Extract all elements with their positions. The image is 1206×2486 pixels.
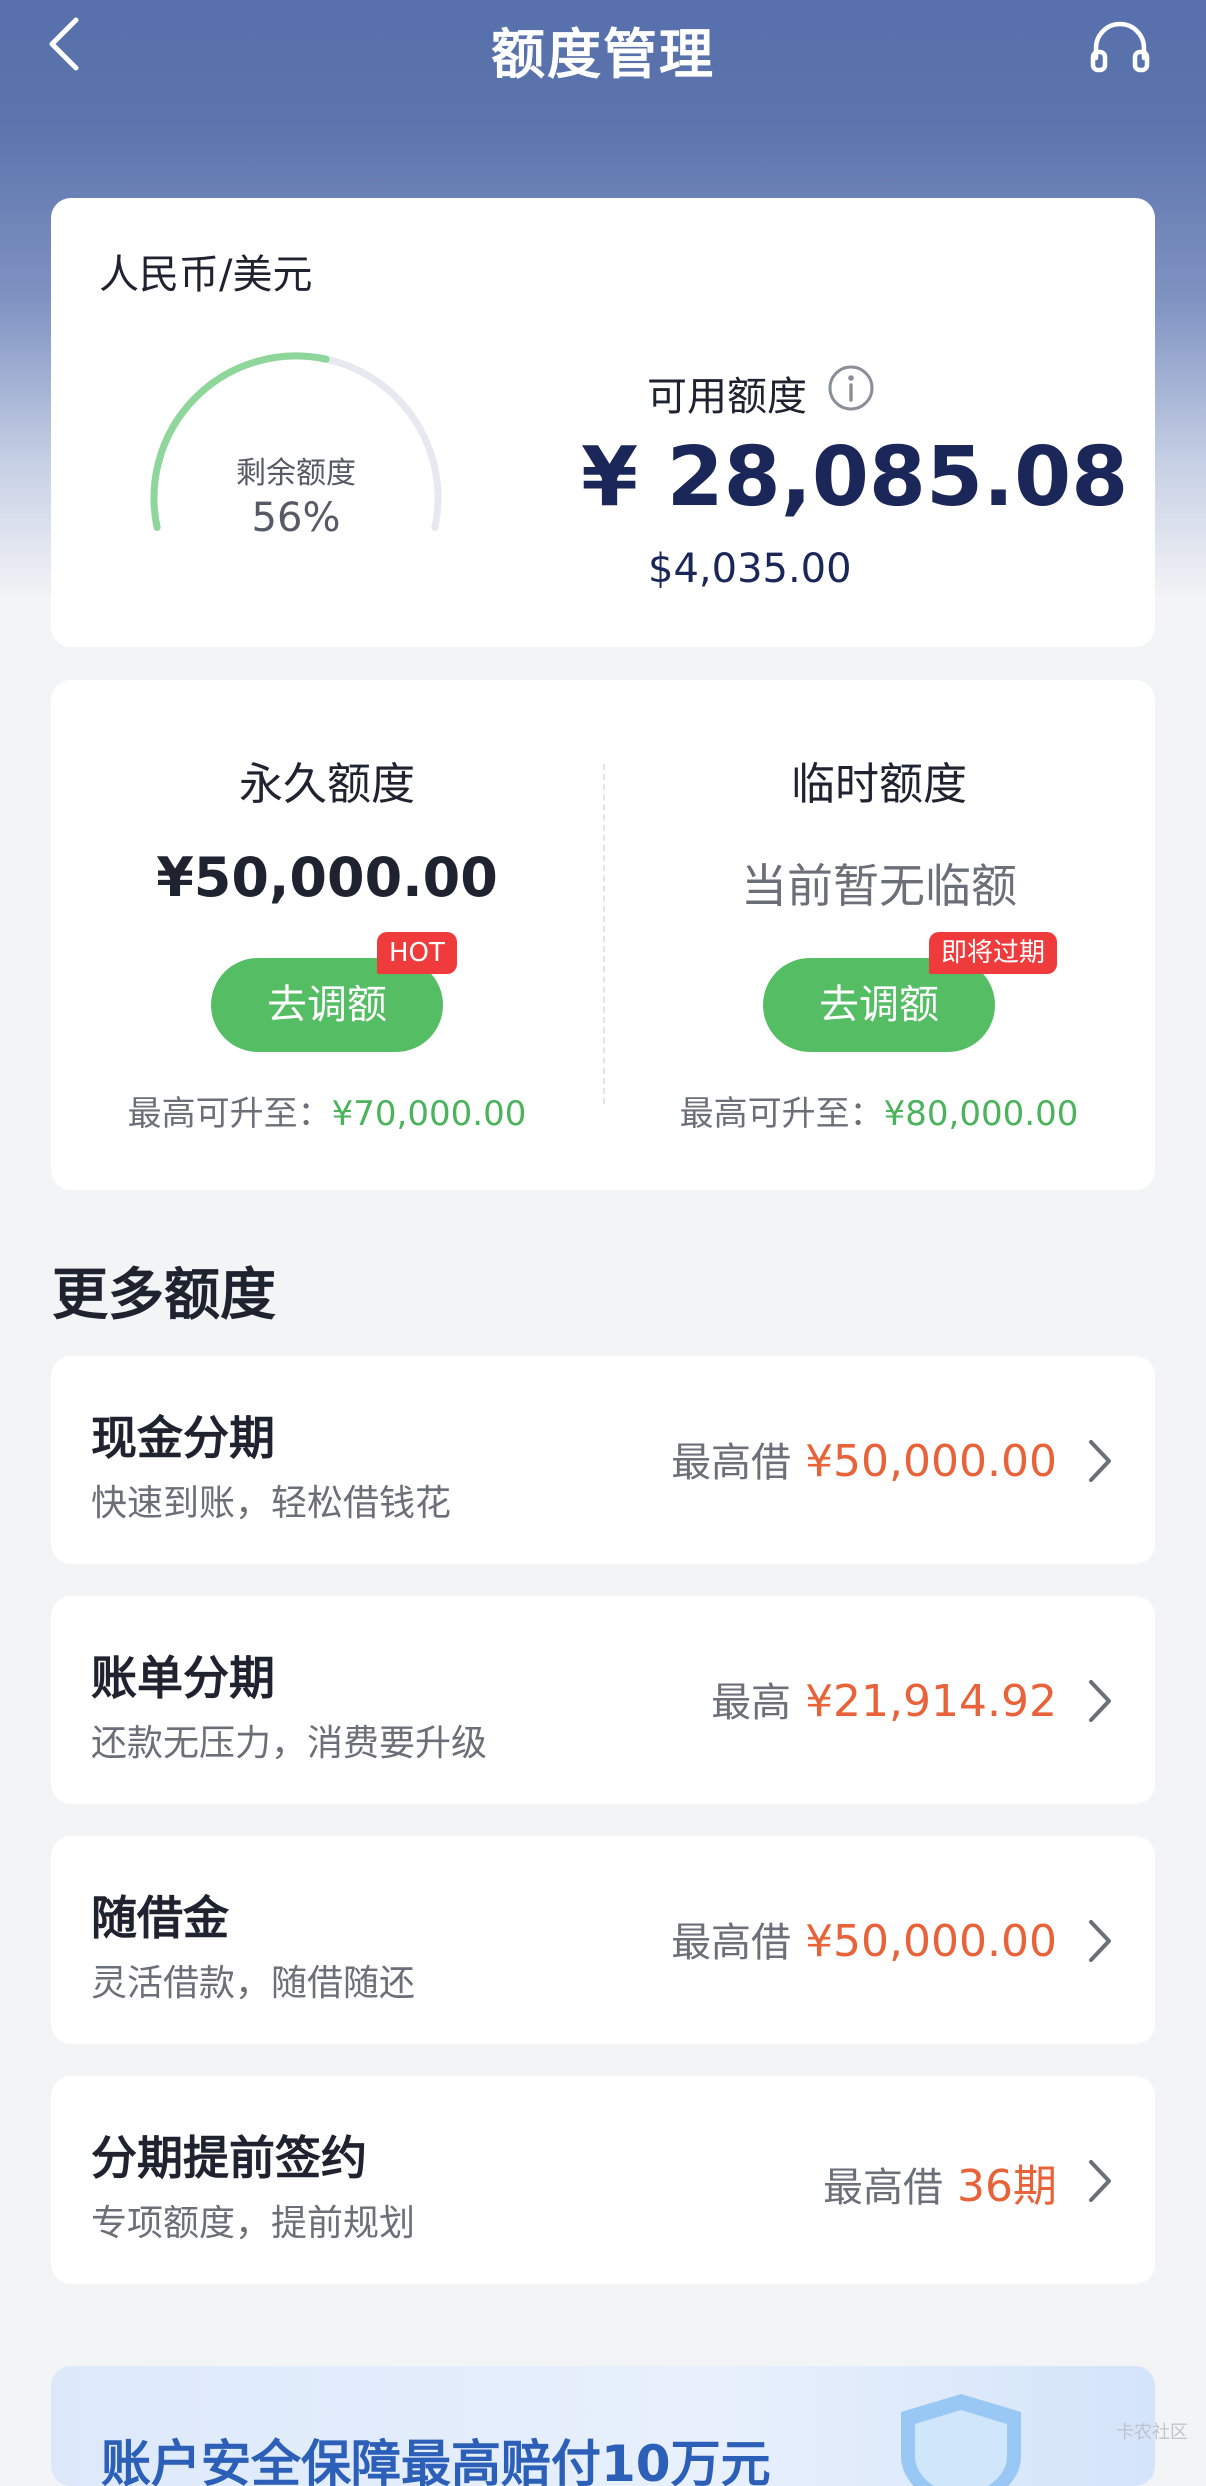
list-item-bill-installment[interactable]: 账单分期 还款无压力，消费要升级 最高 ¥21,914.92 — [51, 1596, 1155, 1804]
chevron-right-icon — [1089, 1680, 1111, 1722]
item-amount-prefix: 最高借 — [671, 1920, 792, 1966]
customer-service-button[interactable] — [1088, 18, 1152, 74]
item-amount-prefix: 最高 — [711, 1680, 792, 1726]
item-amount-prefix: 最高借 — [671, 1440, 792, 1486]
permanent-limit-section: 永久额度 ¥50,000.00 去调额 HOT 最高可升至：¥70,000.00 — [51, 680, 603, 1190]
available-amount-cny: ¥ 28,085.08 — [581, 430, 1129, 525]
item-subtitle: 灵活借款，随借随还 — [91, 1963, 416, 2004]
banner-text: 账户安全保障最高赔付10万元 — [101, 2435, 771, 2486]
max-limit-label: 最高可升至： — [127, 1094, 332, 1134]
item-amount-prefix: 最高借 — [823, 2165, 943, 2211]
item-max-amount: 最高借 36期 — [823, 2150, 1057, 2214]
item-amount-value: 36期 — [957, 2161, 1057, 2212]
item-amount-value: ¥21,914.92 — [805, 1676, 1057, 1727]
max-limit-value: ¥70,000.00 — [331, 1094, 527, 1134]
expiring-badge: 即将过期 — [929, 932, 1058, 974]
item-title: 随借金 — [91, 1891, 229, 1945]
temporary-limit-section: 临时额度 当前暂无临额 去调额 即将过期 最高可升至：¥80,000.00 — [603, 680, 1155, 1190]
available-limit-card: 人民币/美元 剩余额度 56% 可用额度 ¥ 28,085.08 $4,035.… — [51, 198, 1155, 647]
list-item-flexible-loan[interactable]: 随借金 灵活借款，随借随还 最高借 ¥50,000.00 — [51, 1836, 1155, 2044]
item-subtitle: 还款无压力，消费要升级 — [91, 1723, 488, 1764]
item-amount-value: ¥50,000.00 — [805, 1916, 1057, 1967]
max-limit-value: ¥80,000.00 — [883, 1094, 1079, 1134]
temporary-limit-value: 当前暂无临额 — [741, 859, 1017, 913]
more-limits-title: 更多额度 — [52, 1263, 276, 1328]
page-title: 额度管理 — [491, 23, 715, 86]
item-subtitle: 快速到账，轻松借钱花 — [91, 1483, 452, 1524]
currency-label: 人民币/美元 — [99, 252, 313, 298]
chevron-right-icon — [1089, 2160, 1111, 2202]
item-max-amount: 最高 ¥21,914.92 — [711, 1670, 1057, 1728]
item-title: 现金分期 — [91, 1411, 275, 1465]
list-item-early-signing[interactable]: 分期提前签约 专项额度，提前规划 最高借 36期 — [51, 2076, 1155, 2284]
gauge-percent: 56% — [251, 495, 341, 541]
chevron-right-icon — [1089, 1920, 1111, 1962]
watermark: 卡农社区 — [1116, 2422, 1188, 2443]
hot-badge: HOT — [377, 932, 457, 974]
permanent-limit-title: 永久额度 — [239, 759, 415, 810]
item-title: 账单分期 — [91, 1651, 275, 1705]
available-limit-label: 可用额度 — [647, 374, 807, 420]
available-amount-usd: $4,035.00 — [648, 546, 852, 592]
headset-icon — [1090, 21, 1150, 73]
info-icon[interactable] — [826, 363, 876, 413]
top-bar: 额度管理 — [0, 0, 1206, 96]
list-item-cash-installment[interactable]: 现金分期 快速到账，轻松借钱花 最高借 ¥50,000.00 — [51, 1356, 1155, 1564]
permanent-limit-value: ¥50,000.00 — [156, 846, 498, 909]
max-limit-label: 最高可升至： — [679, 1094, 884, 1134]
shield-icon — [901, 2394, 1021, 2486]
temporary-max-limit: 最高可升至：¥80,000.00 — [603, 1086, 1155, 1135]
item-max-amount: 最高借 ¥50,000.00 — [671, 1910, 1057, 1968]
security-banner[interactable]: 账户安全保障最高赔付10万元 — [51, 2366, 1155, 2486]
credit-limits-card: 永久额度 ¥50,000.00 去调额 HOT 最高可升至：¥70,000.00… — [51, 680, 1155, 1190]
temporary-limit-title: 临时额度 — [791, 759, 967, 810]
gauge-label: 剩余额度 — [236, 456, 356, 491]
item-subtitle: 专项额度，提前规划 — [91, 2203, 416, 2244]
chevron-right-icon — [1089, 1440, 1111, 1482]
item-amount-value: ¥50,000.00 — [805, 1436, 1057, 1487]
item-max-amount: 最高借 ¥50,000.00 — [671, 1430, 1057, 1488]
item-title: 分期提前签约 — [91, 2131, 367, 2185]
permanent-max-limit: 最高可升至：¥70,000.00 — [51, 1086, 603, 1135]
